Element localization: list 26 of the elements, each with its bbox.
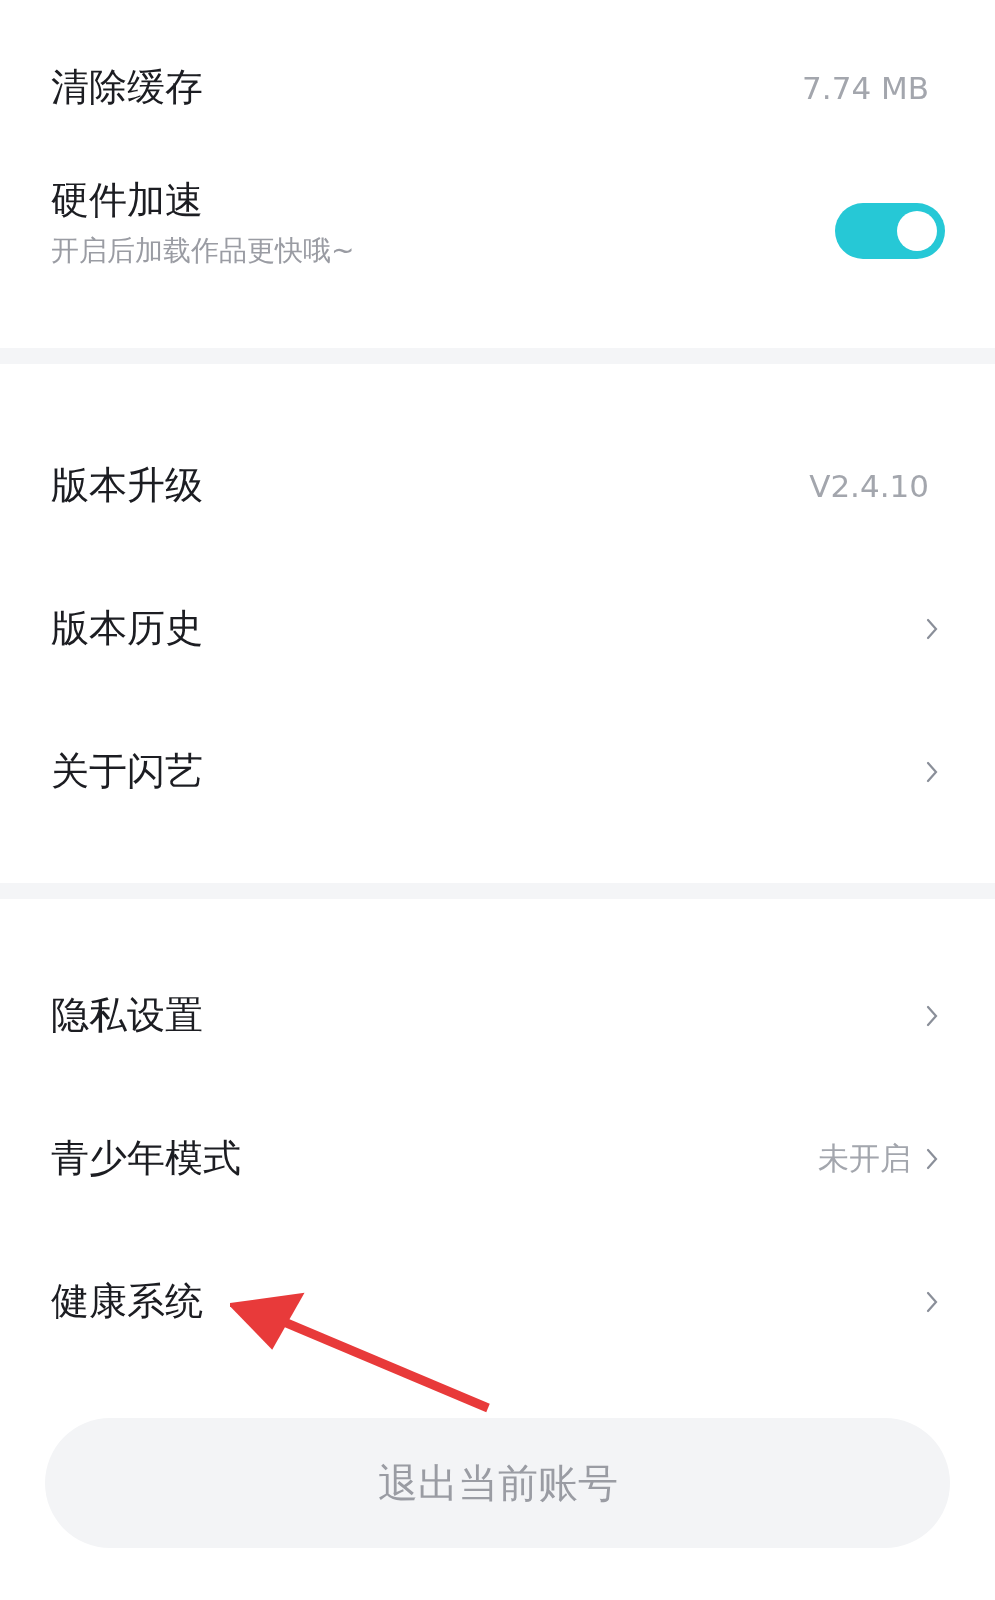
row-value: V2.4.10	[809, 467, 929, 504]
row-label: 健康系统	[51, 1278, 203, 1325]
settings-row[interactable]: 版本升级 V2.4.10	[0, 414, 995, 557]
settings-row[interactable]: 隐私设置	[0, 944, 995, 1087]
row-label: 隐私设置	[51, 992, 203, 1039]
row-label: 硬件加速	[51, 177, 204, 224]
chevron-right-icon	[925, 1003, 939, 1028]
settings-row[interactable]: 清除缓存 7.74 MB	[0, 0, 995, 175]
settings-row[interactable]: 版本历史	[0, 557, 995, 700]
row-value: 未开启	[818, 1138, 911, 1178]
settings-row[interactable]: 硬件加速 开启后加载作品更快哦~	[0, 175, 995, 348]
row-label: 关于闪艺	[51, 748, 203, 795]
chevron-right-icon	[925, 1289, 939, 1314]
row-value: 7.74 MB	[802, 69, 929, 106]
settings-row[interactable]: 青少年模式 未开启	[0, 1087, 995, 1230]
settings-row[interactable]: 关于闪艺	[0, 700, 995, 843]
chevron-right-icon	[925, 1146, 939, 1171]
chevron-right-icon	[925, 616, 939, 641]
toggle-switch[interactable]	[835, 203, 945, 259]
row-subtitle: 开启后加载作品更快哦~	[51, 233, 355, 269]
row-label: 清除缓存	[51, 64, 203, 111]
settings-row[interactable]: 健康系统	[0, 1230, 995, 1373]
row-label: 青少年模式	[51, 1135, 241, 1182]
row-label: 版本历史	[51, 605, 203, 652]
chevron-right-icon	[925, 759, 939, 784]
row-label: 版本升级	[51, 462, 203, 509]
